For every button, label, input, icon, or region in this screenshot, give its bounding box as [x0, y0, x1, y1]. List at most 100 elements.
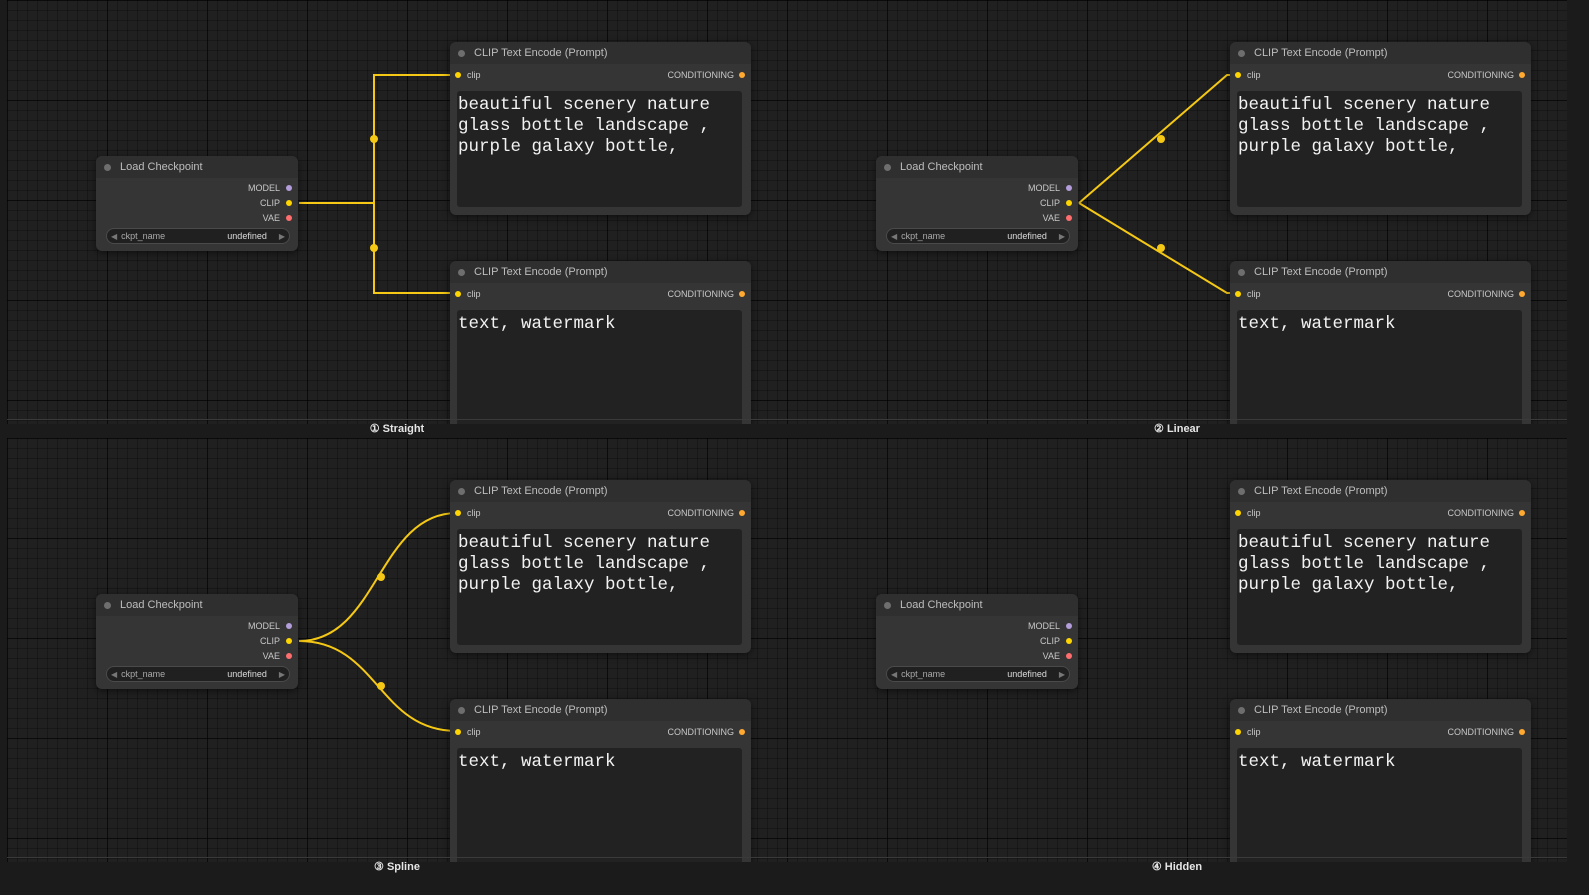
prompt-textarea[interactable]: beautiful scenery nature glass bottle la… — [457, 91, 742, 207]
output-model[interactable]: MODEL — [1028, 183, 1072, 193]
ckpt-name-combo[interactable]: ◀ ckpt_name undefined ▶ — [106, 228, 290, 244]
node-header[interactable]: Load Checkpoint — [96, 156, 298, 178]
clip-input-slot-icon[interactable] — [455, 291, 461, 297]
clip-slot-icon[interactable] — [286, 200, 292, 206]
arrow-right-icon[interactable]: ▶ — [1055, 670, 1069, 679]
clip-text-encode-negative[interactable]: CLIP Text Encode (Prompt) clip CONDITION… — [450, 261, 751, 424]
arrow-right-icon[interactable]: ▶ — [275, 232, 289, 241]
load-checkpoint-node[interactable]: Load Checkpoint MODEL CLIP VAE ◀ ckpt_na… — [876, 156, 1078, 251]
clip-input-slot-icon[interactable] — [1235, 510, 1241, 516]
model-slot-icon[interactable] — [1066, 623, 1072, 629]
clip-text-encode-negative[interactable]: CLIP Text Encode (Prompt) clip CONDITION… — [450, 699, 751, 862]
conditioning-slot-icon[interactable] — [739, 72, 745, 78]
wire-to-negative[interactable] — [1078, 202, 1237, 294]
collapse-dot-icon[interactable] — [104, 601, 111, 609]
collapse-dot-icon[interactable] — [458, 268, 465, 276]
output-vae[interactable]: VAE — [263, 213, 292, 223]
clip-slot-icon[interactable] — [286, 638, 292, 644]
prompt-textarea[interactable]: text, watermark — [1237, 748, 1522, 862]
load-checkpoint-node[interactable]: Load Checkpoint MODEL CLIP VAE ◀ ckpt_na… — [96, 156, 298, 251]
wire-to-positive[interactable] — [1078, 74, 1237, 204]
arrow-right-icon[interactable]: ▶ — [1055, 232, 1069, 241]
model-slot-icon[interactable] — [286, 185, 292, 191]
wire-to-negative[interactable] — [298, 640, 458, 732]
load-checkpoint-node[interactable]: Load Checkpoint MODEL CLIP VAE ◀ ckpt_na… — [876, 594, 1078, 689]
canvas-panel-straight[interactable]: Load Checkpoint MODEL CLIP VAE ◀ ckpt_na… — [7, 0, 787, 424]
clip-input-slot-icon[interactable] — [455, 729, 461, 735]
clip-text-encode-positive[interactable]: CLIP Text Encode (Prompt) clip CONDITION… — [450, 480, 751, 653]
prompt-textarea[interactable]: beautiful scenery nature glass bottle la… — [1237, 529, 1522, 645]
wire-to-positive[interactable] — [299, 74, 457, 204]
output-clip[interactable]: CLIP — [1040, 198, 1072, 208]
output-vae[interactable]: VAE — [1043, 651, 1072, 661]
node-header[interactable]: CLIP Text Encode (Prompt) — [1230, 699, 1531, 721]
clip-text-encode-positive[interactable]: CLIP Text Encode (Prompt) clip CONDITION… — [1230, 480, 1531, 653]
node-header[interactable]: CLIP Text Encode (Prompt) — [450, 480, 751, 502]
clip-slot-icon[interactable] — [1066, 638, 1072, 644]
wire-midpoint-positive[interactable] — [1157, 135, 1165, 143]
collapse-dot-icon[interactable] — [1238, 268, 1245, 276]
output-model[interactable]: MODEL — [248, 621, 292, 631]
node-header[interactable]: CLIP Text Encode (Prompt) — [1230, 480, 1531, 502]
ckpt-name-combo[interactable]: ◀ ckpt_name undefined ▶ — [886, 228, 1070, 244]
load-checkpoint-node[interactable]: Load Checkpoint MODEL CLIP VAE ◀ ckpt_na… — [96, 594, 298, 689]
output-model[interactable]: MODEL — [248, 183, 292, 193]
clip-input-slot-icon[interactable] — [1235, 729, 1241, 735]
prompt-textarea[interactable]: beautiful scenery nature glass bottle la… — [1237, 91, 1522, 207]
node-header[interactable]: CLIP Text Encode (Prompt) — [450, 261, 751, 283]
wire-to-positive[interactable] — [298, 512, 458, 642]
vae-slot-icon[interactable] — [286, 653, 292, 659]
arrow-left-icon[interactable]: ◀ — [107, 232, 121, 241]
canvas-panel-spline[interactable]: Load Checkpoint MODEL CLIP VAE ◀ ckpt_na… — [7, 438, 787, 862]
node-header[interactable]: Load Checkpoint — [876, 156, 1078, 178]
collapse-dot-icon[interactable] — [458, 49, 465, 57]
clip-text-encode-positive[interactable]: CLIP Text Encode (Prompt) clip CONDITION… — [450, 42, 751, 215]
wire-midpoint-positive[interactable] — [377, 573, 385, 581]
prompt-textarea[interactable]: text, watermark — [457, 310, 742, 424]
output-clip[interactable]: CLIP — [1040, 636, 1072, 646]
collapse-dot-icon[interactable] — [458, 706, 465, 714]
collapse-dot-icon[interactable] — [884, 601, 891, 609]
node-header[interactable]: CLIP Text Encode (Prompt) — [450, 42, 751, 64]
canvas-panel-linear[interactable]: Load Checkpoint MODEL CLIP VAE ◀ ckpt_na… — [787, 0, 1567, 424]
wire-midpoint-positive[interactable] — [370, 135, 378, 143]
conditioning-slot-icon[interactable] — [1519, 72, 1525, 78]
node-header[interactable]: Load Checkpoint — [96, 594, 298, 616]
arrow-left-icon[interactable]: ◀ — [887, 232, 901, 241]
output-vae[interactable]: VAE — [263, 651, 292, 661]
node-header[interactable]: CLIP Text Encode (Prompt) — [1230, 42, 1531, 64]
collapse-dot-icon[interactable] — [1238, 49, 1245, 57]
conditioning-slot-icon[interactable] — [1519, 510, 1525, 516]
node-header[interactable]: Load Checkpoint — [876, 594, 1078, 616]
model-slot-icon[interactable] — [286, 623, 292, 629]
clip-input-slot-icon[interactable] — [1235, 291, 1241, 297]
ckpt-name-combo[interactable]: ◀ ckpt_name undefined ▶ — [886, 666, 1070, 682]
clip-slot-icon[interactable] — [1066, 200, 1072, 206]
conditioning-slot-icon[interactable] — [1519, 291, 1525, 297]
vae-slot-icon[interactable] — [286, 215, 292, 221]
arrow-left-icon[interactable]: ◀ — [887, 670, 901, 679]
wire-midpoint-negative[interactable] — [377, 682, 385, 690]
clip-input-slot-icon[interactable] — [455, 72, 461, 78]
collapse-dot-icon[interactable] — [104, 163, 111, 171]
clip-input-slot-icon[interactable] — [1235, 72, 1241, 78]
prompt-textarea[interactable]: text, watermark — [1237, 310, 1522, 424]
ckpt-name-combo[interactable]: ◀ ckpt_name undefined ▶ — [106, 666, 290, 682]
vae-slot-icon[interactable] — [1066, 653, 1072, 659]
model-slot-icon[interactable] — [1066, 185, 1072, 191]
conditioning-slot-icon[interactable] — [739, 729, 745, 735]
output-vae[interactable]: VAE — [1043, 213, 1072, 223]
output-model[interactable]: MODEL — [1028, 621, 1072, 631]
collapse-dot-icon[interactable] — [884, 163, 891, 171]
node-header[interactable]: CLIP Text Encode (Prompt) — [450, 699, 751, 721]
output-clip[interactable]: CLIP — [260, 198, 292, 208]
clip-text-encode-negative[interactable]: CLIP Text Encode (Prompt) clip CONDITION… — [1230, 261, 1531, 424]
output-clip[interactable]: CLIP — [260, 636, 292, 646]
node-header[interactable]: CLIP Text Encode (Prompt) — [1230, 261, 1531, 283]
canvas-panel-hidden[interactable]: Load Checkpoint MODEL CLIP VAE ◀ ckpt_na… — [787, 438, 1567, 862]
arrow-left-icon[interactable]: ◀ — [107, 670, 121, 679]
wire-midpoint-negative[interactable] — [1157, 244, 1165, 252]
conditioning-slot-icon[interactable] — [739, 291, 745, 297]
collapse-dot-icon[interactable] — [458, 487, 465, 495]
collapse-dot-icon[interactable] — [1238, 487, 1245, 495]
